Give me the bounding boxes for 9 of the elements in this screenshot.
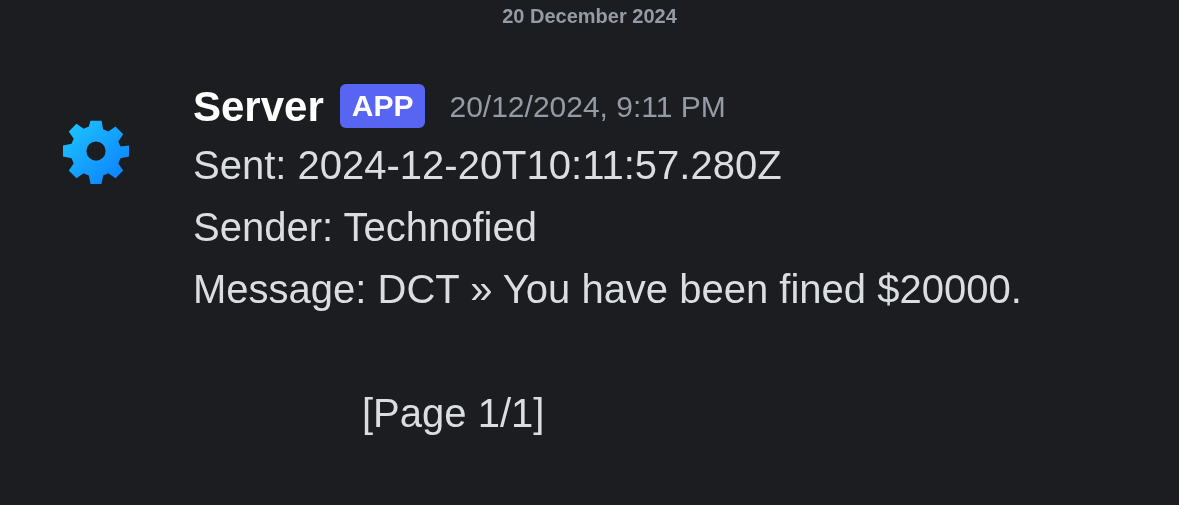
author-name[interactable]: Server — [193, 74, 324, 138]
message-line: Sender: Technofied — [193, 204, 538, 251]
date-divider: 20 December 2024 — [502, 4, 677, 28]
message-line: Message: DCT » You have been fined $20000. — [193, 266, 1022, 313]
gear-icon — [63, 118, 129, 184]
app-badge: APP — [339, 84, 426, 128]
page-indicator: [Page 1/1] — [361, 390, 546, 437]
message-line: Sent: 2024-12-20T10:11:57.280Z — [193, 142, 783, 189]
timestamp: 20/12/2024, 9:11 PM — [449, 88, 726, 125]
